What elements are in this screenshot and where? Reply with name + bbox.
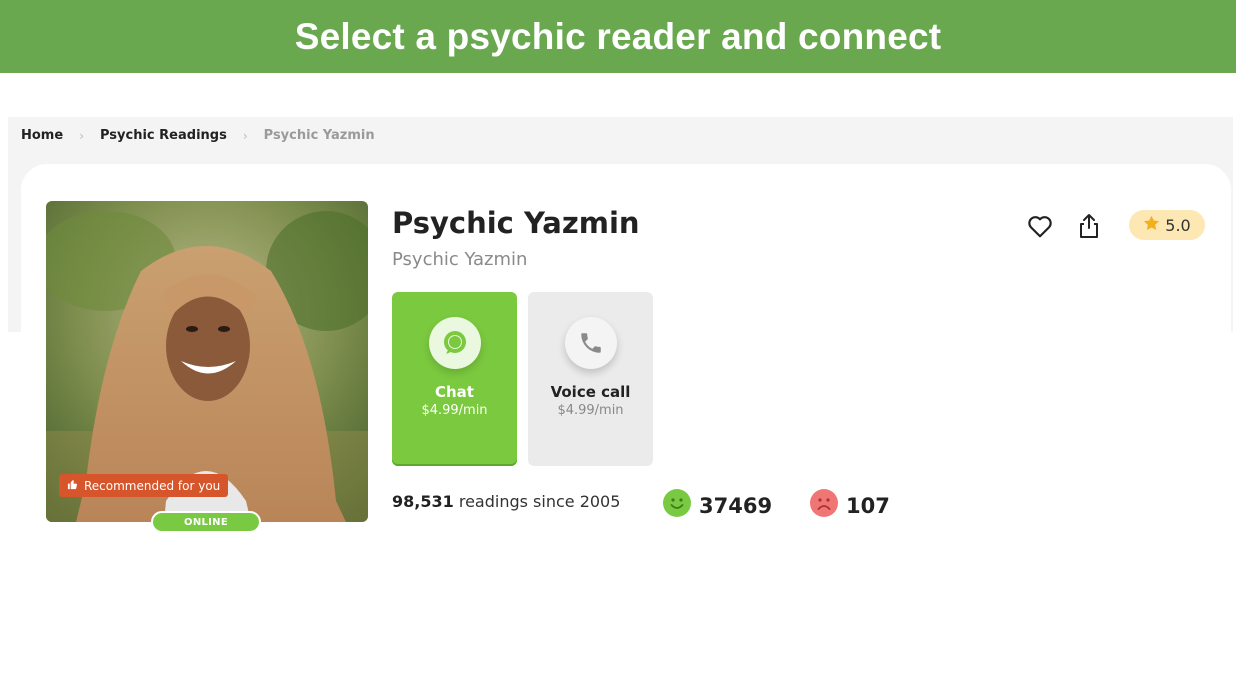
readings-stats: 98,531 readings since 2005 bbox=[392, 492, 620, 511]
breadcrumb-separator: › bbox=[79, 128, 84, 143]
rating-value: 5.0 bbox=[1165, 215, 1191, 235]
banner-title: Select a psychic reader and connect bbox=[294, 15, 942, 57]
star-icon bbox=[1143, 215, 1160, 235]
chat-label: Chat bbox=[435, 383, 474, 401]
rating-badge: 5.0 bbox=[1129, 210, 1205, 240]
readings-count: 98,531 bbox=[392, 492, 454, 511]
breadcrumb-psychic-readings[interactable]: Psychic Readings bbox=[100, 128, 227, 143]
chat-bubble-icon bbox=[428, 317, 481, 369]
breadcrumb-current: Psychic Yazmin bbox=[263, 128, 375, 143]
frown-icon bbox=[810, 489, 838, 522]
chat-button[interactable]: Chat $4.99/min bbox=[392, 292, 517, 466]
positive-feedback: 37469 bbox=[663, 489, 772, 522]
psychic-subtitle: Psychic Yazmin bbox=[392, 249, 528, 270]
readings-suffix: readings since 2005 bbox=[458, 492, 621, 511]
smile-icon bbox=[663, 489, 691, 522]
profile-actions bbox=[1024, 210, 1105, 242]
psychic-name: Psychic Yazmin bbox=[392, 206, 640, 240]
top-banner: Select a psychic reader and connect bbox=[0, 0, 1236, 73]
negative-count: 107 bbox=[846, 493, 890, 518]
online-status-badge: ONLINE bbox=[151, 511, 261, 533]
recommended-label: Recommended for you bbox=[84, 478, 221, 493]
thumbs-up-icon bbox=[67, 479, 78, 493]
breadcrumb: Home › Psychic Readings › Psychic Yazmin bbox=[21, 128, 375, 143]
chat-price: $4.99/min bbox=[421, 403, 488, 418]
phone-icon bbox=[564, 317, 617, 369]
heart-icon[interactable] bbox=[1024, 210, 1056, 242]
voice-call-price: $4.99/min bbox=[557, 403, 624, 418]
voice-call-label: Voice call bbox=[550, 383, 631, 401]
breadcrumb-separator: › bbox=[242, 128, 248, 143]
positive-count: 37469 bbox=[699, 493, 773, 518]
negative-feedback: 107 bbox=[810, 489, 890, 522]
breadcrumb-home[interactable]: Home bbox=[21, 128, 63, 143]
share-icon[interactable] bbox=[1073, 210, 1105, 242]
voice-call-button[interactable]: Voice call $4.99/min bbox=[528, 292, 653, 466]
recommended-badge: Recommended for you bbox=[59, 474, 229, 497]
